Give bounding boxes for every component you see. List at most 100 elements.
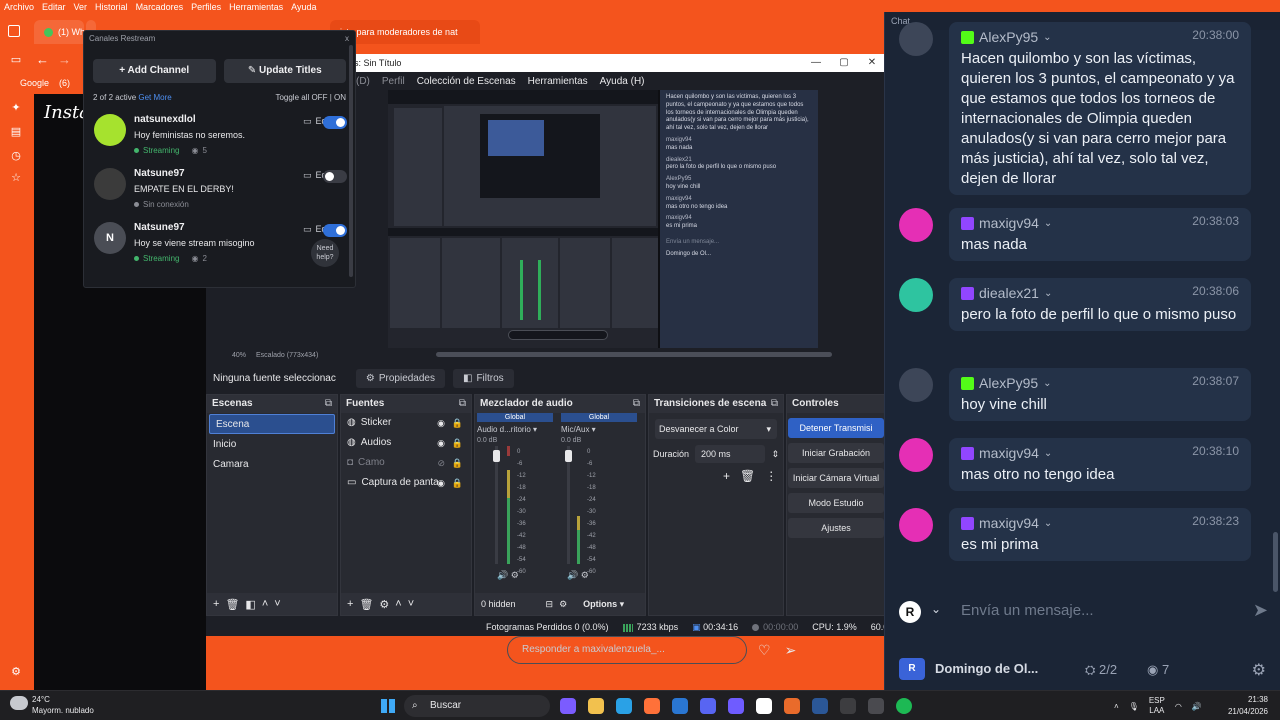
get-more-link[interactable]: Get More xyxy=(138,93,171,102)
menu-ver[interactable]: Ver xyxy=(74,2,88,12)
edge-icon[interactable] xyxy=(616,698,632,714)
add-icon[interactable]: + xyxy=(213,598,219,610)
app-icon[interactable] xyxy=(728,698,744,714)
chevron-down-icon[interactable]: ⌄ xyxy=(1044,218,1052,229)
maximize-icon[interactable]: ▢ xyxy=(830,54,858,72)
trash-icon[interactable]: 🗑 xyxy=(740,469,755,483)
forward-icon[interactable]: → xyxy=(58,52,71,67)
channel-name[interactable]: Audio d...ritorio ▾ xyxy=(477,425,553,434)
menu-perfiles[interactable]: Perfiles xyxy=(191,2,221,12)
sidebar-star-icon[interactable]: ☆ xyxy=(10,172,22,184)
sidebar-reader-icon[interactable]: ▤ xyxy=(10,126,22,138)
restream-scrollbar[interactable] xyxy=(349,45,353,277)
obs-menu-perfil[interactable]: Perfil xyxy=(382,76,405,87)
chat-scrollbar[interactable] xyxy=(1273,532,1278,592)
tab-list-icon[interactable] xyxy=(8,25,20,37)
source-item-captura[interactable]: ▭ Captura de panta ◉ 🔒 xyxy=(341,473,471,493)
outlook-icon[interactable] xyxy=(672,698,688,714)
source-item-audios[interactable]: ◍ Audios ◉ 🔒 xyxy=(341,433,471,453)
dock-menu-icon[interactable]: ⧉ xyxy=(633,395,640,413)
word-icon[interactable] xyxy=(812,698,828,714)
dock-menu-icon[interactable]: ⧉ xyxy=(459,395,466,413)
layout-icon[interactable]: ⊟ xyxy=(546,599,554,610)
copilot-icon[interactable] xyxy=(560,698,576,714)
move-up-icon[interactable]: ˄ xyxy=(262,598,268,610)
properties-button[interactable]: ⚙ Propiedades xyxy=(355,368,445,388)
menu-herramientas[interactable]: Herramientas xyxy=(229,2,283,12)
filter-icon[interactable]: ◧ xyxy=(245,598,255,611)
obs-icon[interactable] xyxy=(840,698,856,714)
obs-menu-escenas[interactable]: Colección de Escenas xyxy=(417,76,516,87)
chevron-down-icon[interactable]: ⌄ xyxy=(931,602,941,616)
discord-icon[interactable] xyxy=(700,698,716,714)
options-button[interactable]: Options ▾ xyxy=(583,599,624,610)
volume-icon[interactable]: 🔊 xyxy=(1192,702,1202,711)
scene-item-escena[interactable]: Escena xyxy=(209,414,335,434)
message-user[interactable]: AlexPy95 xyxy=(979,29,1038,45)
advanced-icon[interactable]: ⚙ xyxy=(559,599,567,610)
send-icon[interactable]: ➤ xyxy=(1253,600,1268,621)
menu-historial[interactable]: Historial xyxy=(95,2,128,12)
sidebar-panel-icon[interactable]: ▭ xyxy=(10,54,22,66)
chevron-down-icon[interactable]: ⌄ xyxy=(1043,32,1051,43)
obs-menu-docks[interactable]: (D) xyxy=(356,76,370,87)
clock[interactable]: 21:38 21/04/2026 xyxy=(1228,694,1268,718)
language-indicator[interactable]: ESP LAA xyxy=(1149,696,1165,716)
eye-icon[interactable]: ◉ xyxy=(437,473,445,493)
restream-logo-icon[interactable]: R xyxy=(899,601,921,623)
start-recording-button[interactable]: Iniciar Grabación xyxy=(788,443,884,463)
move-up-icon[interactable]: ˄ xyxy=(395,598,401,610)
more-icon[interactable]: ⋮ xyxy=(765,469,777,483)
speaker-icon[interactable]: 🔊 xyxy=(497,570,508,580)
settings-button[interactable]: Ajustes xyxy=(788,518,884,538)
duration-input[interactable]: 200 ms xyxy=(695,445,766,463)
wifi-icon[interactable]: ◠ xyxy=(1175,702,1182,711)
minimize-icon[interactable]: — xyxy=(802,54,830,72)
sidebar-settings-icon[interactable]: ⚙ xyxy=(10,666,22,678)
move-down-icon[interactable]: ˅ xyxy=(408,598,414,610)
source-item-camo[interactable]: ◘ Camo ⊘ 🔒 xyxy=(341,453,471,473)
stepper-icon[interactable]: ⇕ xyxy=(771,449,779,460)
preview-scrollbar[interactable] xyxy=(436,352,832,357)
gear-icon[interactable]: ⚙ xyxy=(1252,660,1266,680)
scene-item-camara[interactable]: Camara xyxy=(207,455,337,475)
filters-button[interactable]: ◧ Filtros xyxy=(453,368,514,388)
virtual-camera-button[interactable]: Iniciar Cámara Virtual xyxy=(788,468,884,488)
menu-editar[interactable]: Editar xyxy=(42,2,66,12)
channel-toggle[interactable] xyxy=(323,116,347,129)
stop-stream-button[interactable]: Detener Transmisi xyxy=(788,418,884,438)
lock-icon[interactable]: 🔒 xyxy=(452,413,463,433)
weather-widget[interactable]: 24°C Mayorm. nublado xyxy=(10,694,94,716)
send-icon[interactable]: ➢ xyxy=(785,642,797,659)
heart-icon[interactable]: ♡ xyxy=(758,642,771,659)
file-explorer-icon[interactable] xyxy=(588,698,604,714)
channel-toggle[interactable] xyxy=(323,170,347,183)
spotify-icon[interactable] xyxy=(896,698,912,714)
move-down-icon[interactable]: ˅ xyxy=(274,598,280,610)
message-user[interactable]: AlexPy95 xyxy=(979,375,1038,391)
message-user[interactable]: diealex21 xyxy=(979,285,1039,301)
trash-icon[interactable]: 🗑 xyxy=(225,598,239,611)
menu-archivo[interactable]: Archivo xyxy=(4,2,34,12)
volume-slider[interactable] xyxy=(493,450,500,462)
taskbar-search[interactable]: ⌕ Buscar xyxy=(404,695,550,717)
chevron-down-icon[interactable]: ⌄ xyxy=(1044,448,1052,459)
channel-name[interactable]: Mic/Aux ▾ xyxy=(561,425,637,434)
firefox-icon[interactable] xyxy=(644,698,660,714)
speaker-icon[interactable]: 🔊 xyxy=(567,570,578,580)
obs-menu-herramientas[interactable]: Herramientas xyxy=(528,76,588,87)
message-user[interactable]: maxigv94 xyxy=(979,445,1039,461)
chevron-down-icon[interactable]: ⌄ xyxy=(1043,378,1051,389)
dock-menu-icon[interactable]: ⧉ xyxy=(325,395,332,413)
scene-item-inicio[interactable]: Inicio xyxy=(207,435,337,455)
chevron-up-icon[interactable]: ˄ xyxy=(1114,702,1119,711)
dock-menu-icon[interactable]: ⧉ xyxy=(771,395,778,413)
back-icon[interactable]: ← xyxy=(36,52,49,67)
tab-whatsapp[interactable]: (1) What xyxy=(34,20,84,44)
transition-select[interactable]: Desvanecer a Color ▾ xyxy=(655,419,777,439)
add-channel-button[interactable]: + Add Channel xyxy=(93,59,216,83)
message-user[interactable]: maxigv94 xyxy=(979,215,1039,231)
zoom-level[interactable]: 40% xyxy=(232,352,246,359)
need-help-button[interactable]: Need help? xyxy=(311,239,339,267)
sidebar-history-icon[interactable]: ◷ xyxy=(10,150,22,162)
